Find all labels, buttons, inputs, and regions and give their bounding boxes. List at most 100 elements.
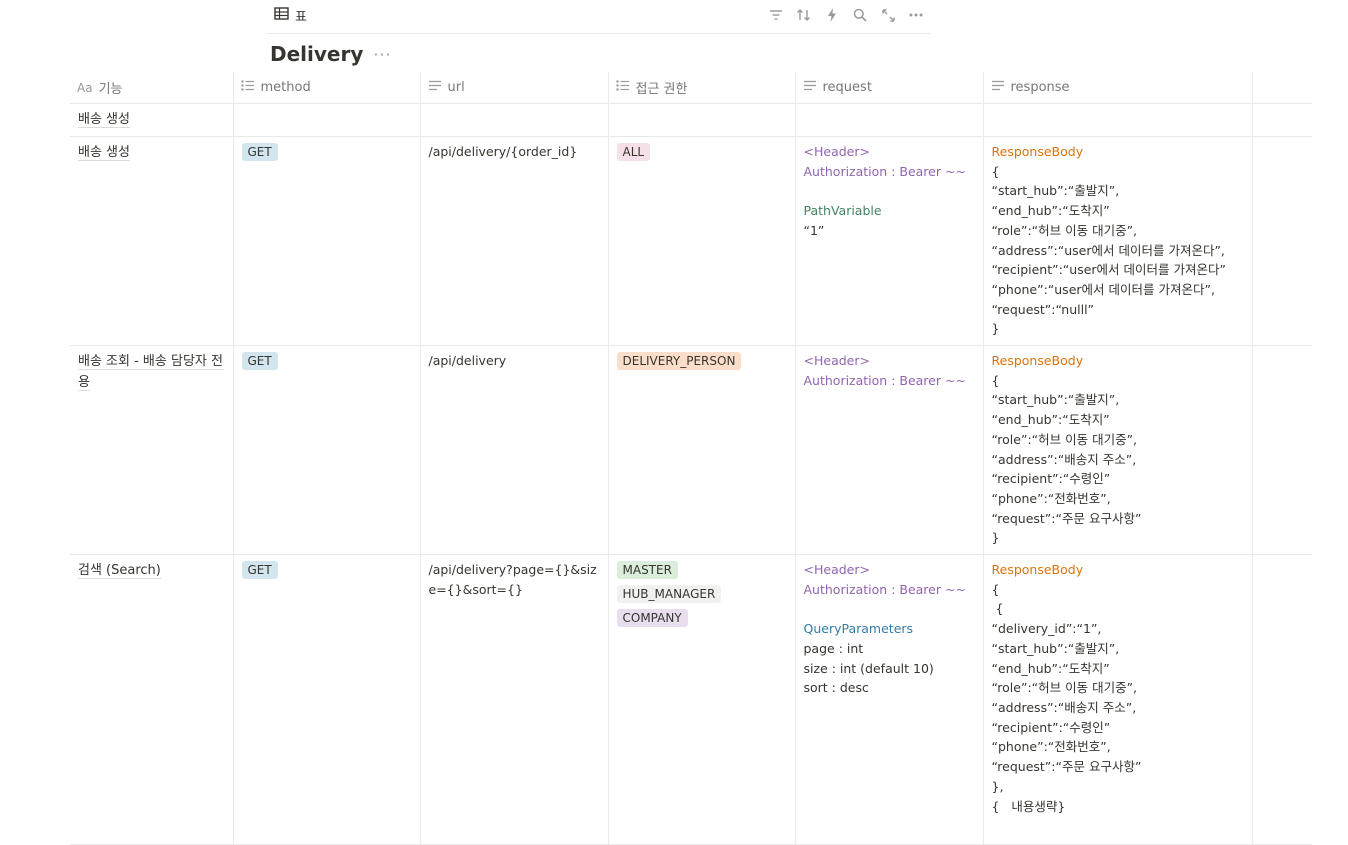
title-icon: Aa xyxy=(77,80,93,95)
cell-method[interactable]: GET xyxy=(233,136,421,347)
cell-feature[interactable]: 배송 생성 xyxy=(70,136,234,347)
cell-access[interactable]: MASTER HUB_MANAGER COMPANY xyxy=(608,554,796,845)
cell-request[interactable]: <Header> Authorization : Bearer ~~ PathV… xyxy=(795,136,984,347)
table-row: 검색 (Search) GET /api/delivery?page={}&si… xyxy=(70,554,1312,845)
response-line: “address”:“user에서 데이터를 가져온다”, xyxy=(991,242,1225,258)
request-line: PathVariable xyxy=(803,203,882,219)
cell-spacer xyxy=(1252,345,1312,556)
table-icon xyxy=(274,7,289,24)
column-label: 기능 xyxy=(98,82,123,97)
response-line: “address”:“배송지 주소”, xyxy=(991,699,1137,715)
list-icon xyxy=(240,80,255,95)
list-icon xyxy=(615,80,630,95)
cell-response[interactable]: ResponseBody { “start_hub”:“출발지”, “end_h… xyxy=(983,136,1253,347)
table-row: 배송 조회 - 배송 담당자 전용 GET /api/delivery DELI… xyxy=(70,345,1312,556)
cell-response[interactable]: ResponseBody { “start_hub”:“출발지”, “end_h… xyxy=(983,345,1253,556)
response-line: { 내용생략} xyxy=(991,798,1066,814)
response-line: ResponseBody xyxy=(991,562,1084,578)
cell-spacer xyxy=(1252,103,1312,137)
column-header-response[interactable]: response xyxy=(983,72,1253,104)
cell-spacer xyxy=(1252,136,1312,347)
response-line: “phone”:“전화번호”, xyxy=(991,739,1111,755)
cell-method[interactable] xyxy=(233,103,421,137)
cell-url[interactable]: /api/delivery/{order_id} xyxy=(420,136,609,347)
cell-request[interactable] xyxy=(795,103,984,137)
cell-method[interactable]: GET xyxy=(233,554,421,845)
request-line: <Header> xyxy=(803,562,870,578)
text-icon xyxy=(428,80,442,95)
access-tag: DELIVERY_PERSON xyxy=(616,352,742,371)
title-more-icon[interactable]: ··· xyxy=(373,45,391,64)
response-line: { xyxy=(991,372,1000,388)
cell-feature[interactable]: 검색 (Search) xyxy=(70,554,234,845)
request-line: <Header> xyxy=(803,353,870,369)
request-line xyxy=(804,599,975,619)
row-name[interactable]: 배송 조회 - 배송 담당자 전용 xyxy=(78,354,223,392)
cell-response[interactable]: ResponseBody { { “delivery_id”:“1”, “sta… xyxy=(983,554,1253,845)
response-line: “end_hub”:“도착지” xyxy=(991,660,1110,676)
cell-spacer xyxy=(1252,554,1312,845)
cell-url[interactable]: /api/delivery xyxy=(420,345,609,556)
row-name[interactable]: 검색 (Search) xyxy=(78,563,161,580)
view-tab-table[interactable]: 표 xyxy=(274,6,307,25)
column-header-feature[interactable]: Aa 기능 xyxy=(70,72,234,104)
cell-feature[interactable]: 배송 생성 xyxy=(70,103,234,137)
row-name[interactable]: 배송 생성 xyxy=(78,112,130,128)
column-label: url xyxy=(447,80,465,95)
request-line: size : int (default 10) xyxy=(803,660,934,676)
expand-icon[interactable] xyxy=(879,6,897,24)
table-row: 배송 생성 xyxy=(70,103,1312,137)
cell-request[interactable]: <Header> Authorization : Bearer ~~ Query… xyxy=(795,554,984,845)
cell-method[interactable]: GET xyxy=(233,345,421,556)
search-icon[interactable] xyxy=(851,6,869,24)
column-label: 접근 권한 xyxy=(635,82,688,97)
cell-response[interactable] xyxy=(983,103,1253,137)
response-line: “request”:“주문 요구사항” xyxy=(991,510,1142,526)
url-text: /api/delivery/{order_id} xyxy=(428,144,578,159)
response-line: }, xyxy=(991,778,1004,794)
access-tag: HUB_MANAGER xyxy=(616,585,722,604)
text-icon xyxy=(991,80,1005,95)
request-line: <Header> xyxy=(803,144,870,159)
column-header-access[interactable]: 접근 권한 xyxy=(608,72,796,104)
column-header-spacer xyxy=(1252,72,1312,104)
response-line: { xyxy=(991,581,1000,597)
response-line: } xyxy=(991,321,1000,337)
database-table: Aa 기능 method url 접근 권한 request response xyxy=(70,72,1312,845)
view-tab-label: 표 xyxy=(295,10,307,25)
column-label: method xyxy=(260,80,311,95)
response-line: “start_hub”:“출발지”, xyxy=(991,640,1120,656)
cell-access[interactable] xyxy=(608,103,796,137)
url-text: /api/delivery?page={}&size={}&sort={} xyxy=(428,562,597,597)
cell-url[interactable]: /api/delivery?page={}&size={}&sort={} xyxy=(420,554,609,845)
more-options-icon[interactable] xyxy=(907,6,925,24)
response-line: “phone”:“user에서 데이터를 가져온다”, xyxy=(991,281,1215,297)
response-line: “recipient”:“수령인” xyxy=(991,719,1111,735)
column-header-request[interactable]: request xyxy=(795,72,984,104)
cell-feature[interactable]: 배송 조회 - 배송 담당자 전용 xyxy=(70,345,234,556)
response-line: “phone”:“전화번호”, xyxy=(991,490,1111,506)
sort-icon[interactable] xyxy=(795,6,813,24)
column-label: response xyxy=(1010,80,1070,95)
response-line: } xyxy=(991,530,1000,546)
column-header-method[interactable]: method xyxy=(233,72,421,104)
database-title[interactable]: Delivery xyxy=(270,42,363,66)
response-line: “address”:“배송지 주소”, xyxy=(991,451,1137,467)
access-tag: MASTER xyxy=(616,561,678,580)
response-line: { xyxy=(991,601,1004,617)
request-line: Authorization : Bearer ~~ xyxy=(803,163,966,179)
automation-lightning-icon[interactable] xyxy=(823,6,841,24)
response-line: “start_hub”:“출발지”, xyxy=(991,392,1120,408)
cell-url[interactable] xyxy=(420,103,609,137)
row-name[interactable]: 배송 생성 xyxy=(78,145,130,161)
filter-icon[interactable] xyxy=(767,6,785,24)
column-header-url[interactable]: url xyxy=(420,72,609,104)
cell-request[interactable]: <Header> Authorization : Bearer ~~ xyxy=(795,345,984,556)
response-line: “end_hub”:“도착지” xyxy=(991,412,1110,428)
request-line: Authorization : Bearer ~~ xyxy=(803,581,966,597)
column-label: request xyxy=(822,80,872,95)
response-line: “recipient”:“user에서 데이터를 가져온다” xyxy=(991,262,1226,278)
response-line: { xyxy=(991,163,1000,179)
cell-access[interactable]: DELIVERY_PERSON xyxy=(608,345,796,556)
cell-access[interactable]: ALL xyxy=(608,136,796,347)
